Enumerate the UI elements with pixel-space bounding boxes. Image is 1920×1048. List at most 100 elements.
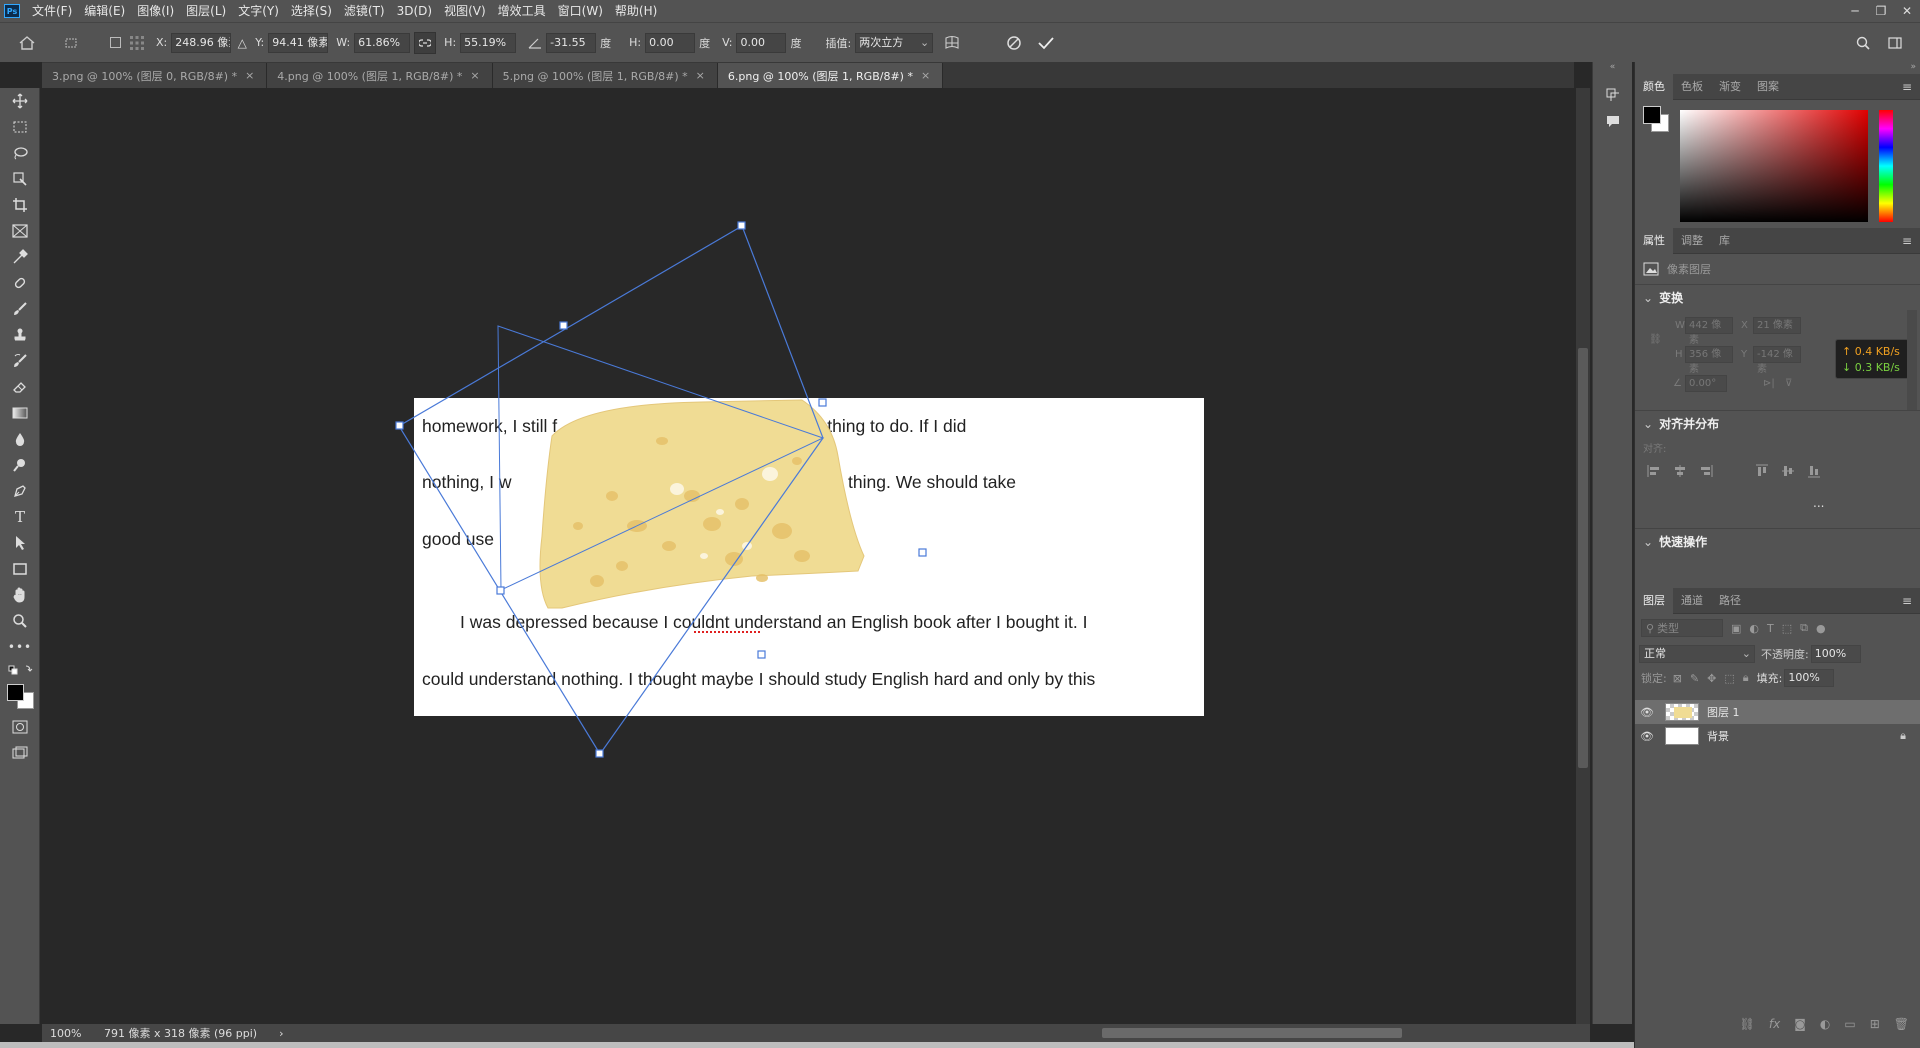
tab-layers[interactable]: 图层	[1635, 587, 1673, 614]
scroll-thumb[interactable]	[1578, 348, 1588, 768]
close-icon[interactable]: ×	[921, 69, 930, 82]
lock-all-icon[interactable]: 🔒︎	[1743, 671, 1749, 685]
x-field[interactable]: 21 像素	[1753, 317, 1801, 334]
lock-artboard-icon[interactable]: ⬚	[1724, 672, 1734, 685]
tab-libraries[interactable]: 库	[1711, 228, 1738, 254]
blur-tool-icon[interactable]	[0, 426, 40, 452]
y-field[interactable]: -142 像素	[1753, 346, 1801, 375]
move-tool-icon[interactable]	[0, 88, 40, 114]
new-group-icon[interactable]: ▭	[1844, 1017, 1855, 1031]
menu-help[interactable]: 帮助(H)	[609, 0, 663, 22]
cancel-transform-icon[interactable]	[1003, 32, 1025, 54]
canvas-area[interactable]: homework, I still f office, I had nothin…	[42, 88, 1574, 1024]
h-skew-field[interactable]: 0.00	[645, 32, 696, 53]
warp-mode-icon[interactable]	[941, 32, 963, 54]
close-icon[interactable]: ×	[245, 69, 254, 82]
menu-layer[interactable]: 图层(L)	[180, 0, 232, 22]
align-top-icon[interactable]	[1755, 464, 1769, 478]
fg-color-chip[interactable]	[1643, 106, 1661, 124]
zoom-tool-icon[interactable]	[0, 608, 40, 634]
transform-bounding-box[interactable]	[42, 88, 1574, 1024]
filter-shape-icon[interactable]: ⬚	[1782, 622, 1792, 635]
path-selection-tool-icon[interactable]	[0, 530, 40, 556]
align-vcenter-icon[interactable]	[1781, 464, 1795, 478]
expand-arrows-icon[interactable]: »	[1635, 62, 1920, 74]
layer-name[interactable]: 图层 1	[1707, 704, 1740, 720]
filter-toggle-icon[interactable]: ●	[1816, 622, 1826, 635]
panel-menu-icon[interactable]: ≡	[1902, 80, 1912, 94]
brush-tool-icon[interactable]	[0, 296, 40, 322]
height-field[interactable]: 356 像素	[1685, 346, 1733, 375]
tab-paths[interactable]: 路径	[1711, 588, 1749, 614]
tab-channels[interactable]: 通道	[1673, 588, 1711, 614]
vertical-scrollbar[interactable]	[1576, 88, 1590, 1024]
align-left-icon[interactable]	[1647, 464, 1661, 478]
menu-window[interactable]: 窗口(W)	[552, 0, 609, 22]
tab-6png[interactable]: 6.png @ 100% (图层 1, RGB/8#) * ×	[717, 63, 944, 88]
filter-type-icon[interactable]: T	[1767, 622, 1774, 635]
home-icon[interactable]	[16, 32, 38, 54]
color-field[interactable]	[1680, 110, 1868, 222]
swap-colors-icon[interactable]	[0, 660, 40, 680]
search-icon[interactable]	[1852, 32, 1874, 54]
opacity-field[interactable]: 100%	[1810, 645, 1861, 663]
panel-menu-icon[interactable]: ≡	[1902, 594, 1912, 608]
history-brush-tool-icon[interactable]	[0, 348, 40, 374]
color-swatches[interactable]	[0, 680, 40, 714]
menu-select[interactable]: 选择(S)	[285, 0, 338, 22]
hue-slider[interactable]	[1879, 110, 1893, 222]
panel-menu-icon[interactable]: ≡	[1902, 234, 1912, 248]
fx-icon[interactable]: fx	[1769, 1017, 1780, 1031]
lock-position-icon[interactable]: ✥	[1707, 672, 1716, 685]
menu-3d[interactable]: 3D(D)	[391, 0, 438, 22]
transform-tool-preset-icon[interactable]	[60, 32, 82, 54]
rectangle-tool-icon[interactable]	[0, 556, 40, 582]
menu-type[interactable]: 文字(Y)	[232, 0, 285, 22]
tab-patterns[interactable]: 图案	[1749, 74, 1787, 100]
layer-name[interactable]: 背景	[1707, 728, 1729, 744]
reference-point-checkbox[interactable]	[104, 32, 126, 54]
width-percent-field[interactable]: 61.86%	[354, 32, 411, 53]
lasso-tool-icon[interactable]	[0, 140, 40, 166]
frame-tool-icon[interactable]	[0, 218, 40, 244]
zoom-level[interactable]: 100%	[50, 1027, 90, 1040]
relative-position-icon[interactable]: △	[231, 32, 253, 54]
object-selection-tool-icon[interactable]	[0, 166, 40, 192]
delete-layer-icon[interactable]: 🗑︎	[1894, 1017, 1909, 1031]
hand-tool-icon[interactable]	[0, 582, 40, 608]
tab-3png[interactable]: 3.png @ 100% (图层 0, RGB/8#) * ×	[42, 63, 268, 88]
horizontal-scrollbar[interactable]	[1102, 1028, 1402, 1038]
tab-5png[interactable]: 5.png @ 100% (图层 1, RGB/8#) * ×	[492, 63, 718, 88]
align-section-header[interactable]: ⌄ 对齐并分布	[1635, 410, 1920, 436]
more-options-button[interactable]: ...	[1813, 496, 1824, 510]
pen-tool-icon[interactable]	[0, 478, 40, 504]
filter-smartobject-icon[interactable]: ⧉	[1800, 621, 1808, 635]
align-right-icon[interactable]	[1699, 464, 1713, 478]
menu-filter[interactable]: 滤镜(T)	[338, 0, 391, 22]
crop-tool-icon[interactable]	[0, 192, 40, 218]
gradient-tool-icon[interactable]	[0, 400, 40, 426]
marquee-tool-icon[interactable]	[0, 114, 40, 140]
menu-view[interactable]: 视图(V)	[438, 0, 492, 22]
filter-adjustment-icon[interactable]: ◐	[1749, 622, 1759, 635]
align-hcenter-icon[interactable]	[1673, 464, 1687, 478]
transform-section-header[interactable]: ⌄ 变换	[1635, 284, 1920, 310]
flip-horizontal-icon[interactable]: ⊳|	[1763, 378, 1775, 389]
fill-field[interactable]: 100%	[1784, 669, 1835, 687]
height-percent-field[interactable]: 55.19%	[460, 32, 517, 53]
dodge-tool-icon[interactable]	[0, 452, 40, 478]
menu-image[interactable]: 图像(I)	[131, 0, 180, 22]
width-field[interactable]: 442 像素	[1685, 317, 1733, 346]
filter-pixel-icon[interactable]: ▣	[1731, 622, 1741, 635]
visibility-eye-icon[interactable]: 👁︎	[1635, 730, 1659, 743]
x-position-field[interactable]: 248.96 像素	[171, 32, 232, 53]
v-skew-field[interactable]: 0.00	[736, 32, 787, 53]
close-icon[interactable]: ×	[696, 69, 705, 82]
layer-kind-filter[interactable]: ⚲ 类型	[1641, 619, 1723, 637]
type-tool-icon[interactable]: T	[0, 504, 40, 530]
workspace-icon[interactable]	[1884, 32, 1906, 54]
tab-swatches[interactable]: 色板	[1673, 74, 1711, 100]
history-panel-icon[interactable]	[1593, 82, 1633, 108]
tab-adjustments[interactable]: 调整	[1673, 228, 1711, 254]
tab-gradients[interactable]: 渐变	[1711, 74, 1749, 100]
